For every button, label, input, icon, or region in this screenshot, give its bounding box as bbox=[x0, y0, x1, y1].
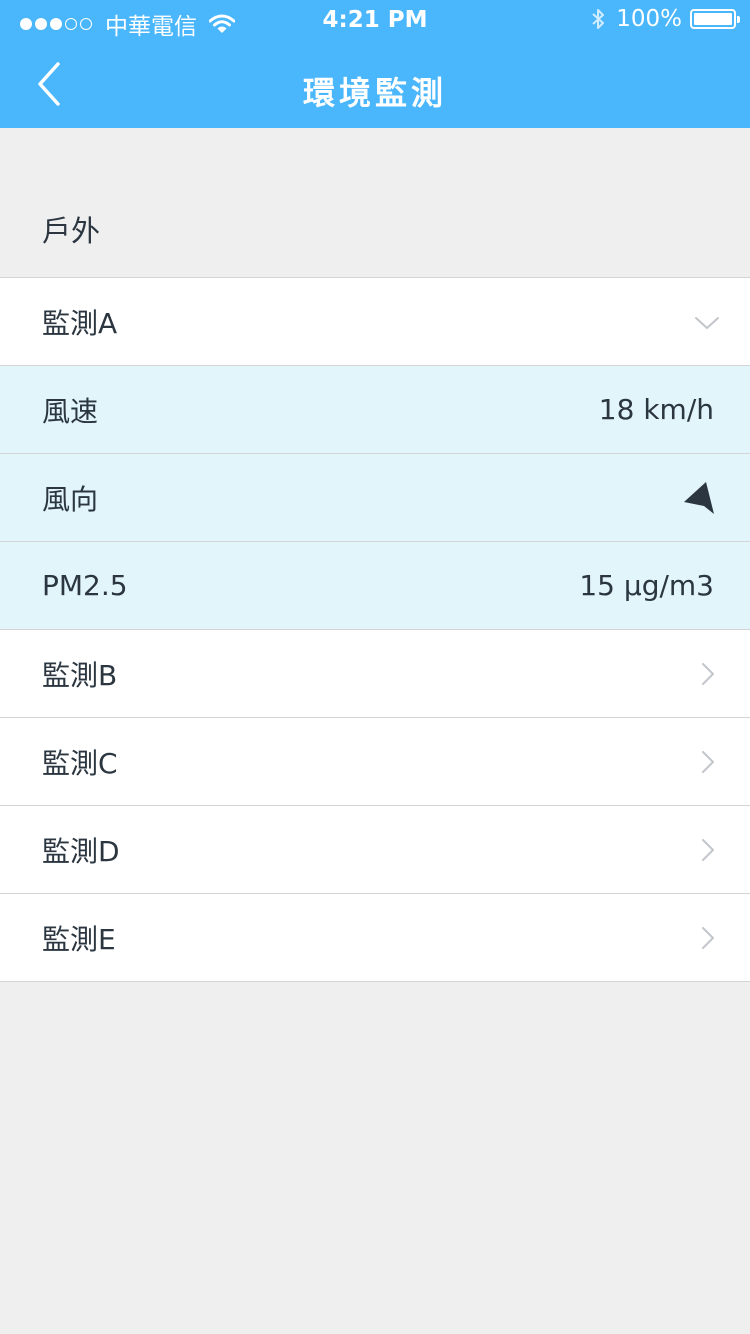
wind-direction-label: 風向 bbox=[42, 482, 99, 516]
header-bar: 中華電信 4:21 PM 100% 環境監測 bbox=[0, 0, 750, 128]
pm25-value: 15 µg/m3 bbox=[579, 569, 714, 602]
status-bar: 中華電信 4:21 PM 100% bbox=[0, 0, 750, 40]
monitor-row-e[interactable]: 監測E bbox=[0, 894, 750, 982]
monitor-label: 監測A bbox=[42, 306, 118, 340]
battery-percentage: 100% bbox=[616, 6, 682, 32]
navigation-bar: 環境監測 bbox=[0, 40, 750, 128]
chevron-right-icon bbox=[702, 839, 714, 861]
chevron-right-icon bbox=[702, 927, 714, 949]
monitor-row-a[interactable]: 監測A bbox=[0, 278, 750, 366]
wind-speed-label: 風速 bbox=[42, 394, 99, 428]
pm25-label: PM2.5 bbox=[42, 569, 128, 602]
section-header: 戶外 bbox=[0, 128, 750, 277]
wind-direction-row: 風向 bbox=[0, 454, 750, 542]
section-title: 戶外 bbox=[42, 214, 101, 248]
battery-icon bbox=[690, 9, 740, 29]
monitor-label: 監測B bbox=[42, 658, 118, 692]
monitor-label: 監測D bbox=[42, 834, 120, 868]
chevron-down-icon bbox=[695, 317, 719, 329]
chevron-right-icon bbox=[702, 751, 714, 773]
wind-speed-row: 風速 18 km/h bbox=[0, 366, 750, 454]
monitor-row-d[interactable]: 監測D bbox=[0, 806, 750, 894]
wind-speed-value: 18 km/h bbox=[598, 393, 714, 426]
direction-arrow-icon bbox=[684, 482, 714, 514]
page-title: 環境監測 bbox=[302, 74, 447, 112]
bluetooth-icon bbox=[592, 9, 605, 29]
monitor-label: 監測E bbox=[42, 922, 116, 956]
chevron-right-icon bbox=[702, 663, 714, 685]
monitor-label: 監測C bbox=[42, 746, 118, 780]
monitor-row-b[interactable]: 監測B bbox=[0, 630, 750, 718]
monitor-list: 監測A 風速 18 km/h 風向 PM2.5 15 µg/m3 監測B 監測C… bbox=[0, 277, 750, 982]
monitor-row-c[interactable]: 監測C bbox=[0, 718, 750, 806]
pm25-row: PM2.5 15 µg/m3 bbox=[0, 542, 750, 630]
